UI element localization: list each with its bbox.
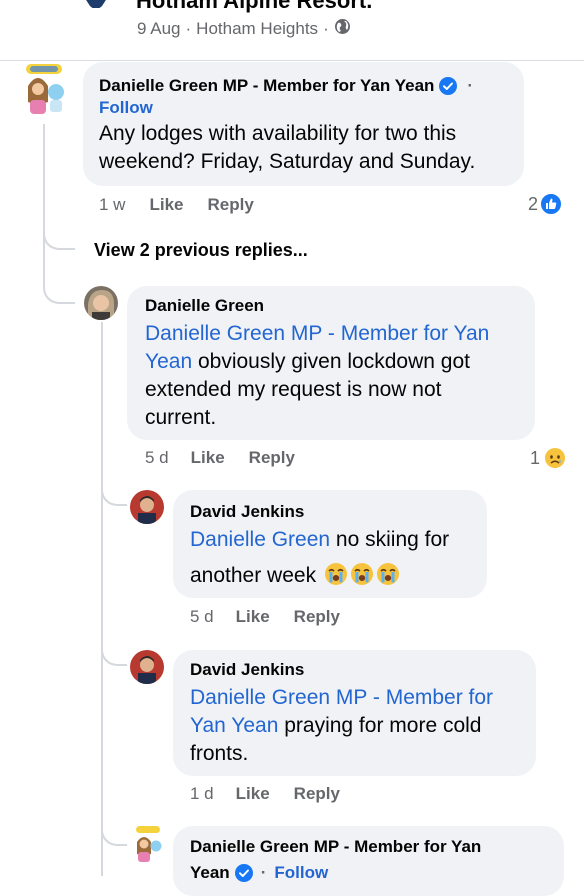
comment-time[interactable]: 5 d — [145, 448, 169, 468]
avatar[interactable] — [20, 62, 70, 118]
dot-separator: · — [260, 863, 267, 882]
view-previous-replies-link[interactable]: View 2 previous replies... — [94, 240, 308, 261]
like-button[interactable]: Like — [191, 448, 225, 468]
thread-connector — [101, 640, 127, 666]
comment-actions: 1 d Like Reply — [190, 784, 340, 804]
post-location[interactable]: Hotham Heights — [196, 19, 318, 39]
reaction-count: 2 — [528, 193, 539, 214]
author-name[interactable]: David Jenkins — [190, 502, 470, 522]
like-reaction-icon — [540, 193, 563, 215]
author-line2: Yean · Follow — [190, 863, 547, 883]
comment-bubble: Danielle Green MP - Member for Yan Yean … — [83, 62, 524, 186]
author-name[interactable]: David Jenkins — [190, 660, 519, 680]
comment-time[interactable]: 1 d — [190, 784, 214, 804]
comment-actions: 1 w Like Reply — [99, 195, 254, 215]
avatar[interactable] — [130, 650, 164, 684]
follow-button[interactable]: Follow — [99, 98, 508, 118]
comment-bubble: Danielle Green Danielle Green MP - Membe… — [127, 286, 535, 440]
meta-separator: · — [323, 19, 329, 38]
author-name[interactable]: Danielle Green — [145, 296, 517, 316]
thread-connector — [43, 286, 75, 304]
globe-icon — [334, 18, 351, 40]
comment-bubble: David Jenkins Danielle Green MP - Member… — [173, 650, 536, 776]
verified-badge-icon — [439, 77, 458, 95]
comment-text: Danielle Green no skiing for — [190, 526, 470, 554]
avatar[interactable] — [130, 490, 164, 524]
comment-time[interactable]: 1 w — [99, 195, 125, 215]
follow-button[interactable]: Follow — [274, 863, 328, 883]
reaction-summary[interactable]: 1 — [530, 447, 566, 469]
reply-button[interactable]: Reply — [208, 195, 254, 215]
verified-badge-icon — [234, 864, 253, 882]
post-page-title[interactable]: Hotham Alpine Resort. — [136, 0, 372, 14]
comment-text: Danielle Green MP - Member for Yan Yean … — [145, 320, 517, 432]
meta-separator: · — [185, 19, 192, 38]
post-meta: 9 Aug · Hotham Heights · — [137, 18, 351, 40]
comment-actions: 5 d Like Reply — [145, 448, 295, 468]
reply-button[interactable]: Reply — [249, 448, 295, 468]
divider — [0, 60, 584, 61]
reaction-summary[interactable]: 2 — [528, 193, 563, 215]
crying-face-icon — [350, 562, 374, 586]
comment-actions: 5 d Like Reply — [190, 607, 340, 627]
author-name[interactable]: Danielle Green MP - Member for Yan Yean — [99, 76, 434, 96]
crying-face-icon — [376, 562, 400, 586]
thread-line — [101, 322, 103, 876]
dot-separator: · — [467, 76, 474, 95]
comment-bubble: David Jenkins Danielle Green no skiing f… — [173, 490, 487, 598]
comment-time[interactable]: 5 d — [190, 607, 214, 627]
like-button[interactable]: Like — [236, 784, 270, 804]
crying-face-icon — [324, 562, 348, 586]
like-button[interactable]: Like — [236, 607, 270, 627]
thread-connector — [43, 222, 75, 250]
comment-body: obviously given lockdown got extended my… — [145, 350, 470, 429]
like-button[interactable]: Like — [149, 195, 183, 215]
reply-button[interactable]: Reply — [294, 607, 340, 627]
comment-text: Danielle Green MP - Member for Yan Yean … — [190, 684, 519, 768]
sad-reaction-icon — [544, 447, 566, 469]
post-date[interactable]: 9 Aug — [137, 19, 181, 39]
thread-connector — [101, 482, 127, 506]
avatar[interactable] — [84, 286, 118, 320]
author-name-continued[interactable]: Yean — [190, 863, 230, 883]
author-name[interactable]: Danielle Green MP - Member for Yan — [190, 837, 547, 857]
resort-logo-icon — [64, 0, 128, 9]
reaction-count: 1 — [530, 447, 541, 468]
mention-link[interactable]: Danielle Green — [190, 528, 330, 551]
comment-text-line2: another week — [190, 562, 470, 590]
reply-button[interactable]: Reply — [294, 784, 340, 804]
avatar[interactable] — [132, 826, 164, 862]
comment-body: another week — [190, 564, 317, 587]
comment-bubble: Danielle Green MP - Member for Yan Yean … — [173, 826, 564, 896]
comment-text: Any lodges with availability for two thi… — [99, 122, 476, 173]
thread-line — [43, 124, 45, 288]
thread-connector — [101, 822, 127, 846]
comment-body: no skiing for — [330, 528, 450, 551]
comment-author: Danielle Green MP - Member for Yan Yean … — [99, 76, 508, 96]
